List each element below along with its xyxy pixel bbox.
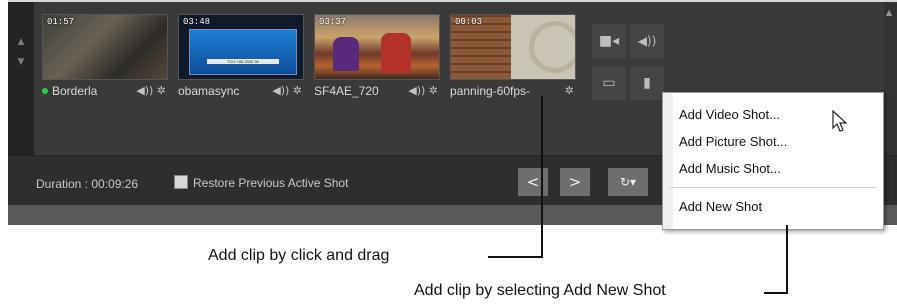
clip-controls: ◀)) ✲ xyxy=(408,84,438,97)
clip-duration: 03:48 xyxy=(183,17,211,27)
clip-item[interactable]: 03:48 TCG +06 2040 30 obamasync ◀)) ✲ xyxy=(178,14,304,104)
speaker-icon[interactable]: ◀)) xyxy=(408,84,425,97)
menu-item-add-video-shot[interactable]: Add Video Shot... xyxy=(679,107,780,122)
clip-name-row: Borderla xyxy=(42,84,124,98)
callout-line-drag xyxy=(541,96,543,258)
clip-thumbnail[interactable]: 01:57 xyxy=(42,14,168,80)
clip-item[interactable]: 00:03 panning-60fps- ✲ xyxy=(450,14,576,104)
active-indicator-icon xyxy=(42,88,48,94)
restore-option[interactable]: Restore Previous Active Shot xyxy=(174,175,348,190)
clip-controls: ◀)) ✲ xyxy=(136,84,166,97)
clip-footer: Borderla ◀)) ✲ xyxy=(42,82,168,100)
refresh-dropdown-button[interactable]: ↻▾ xyxy=(608,168,648,196)
clip-thumbnail[interactable]: 03:37 xyxy=(314,14,440,80)
gear-icon[interactable]: ✲ xyxy=(429,84,438,97)
add-audio-tool[interactable]: ◀)) xyxy=(630,24,664,58)
callout-drag-label: Add clip by click and drag xyxy=(208,247,390,264)
scrollbar-up-icon[interactable]: ▲ xyxy=(886,8,892,17)
clip-item[interactable]: 03:37 SF4AE_720 ◀)) ✲ xyxy=(314,14,440,104)
thumbnail-seal xyxy=(529,21,575,73)
add-screen-tool[interactable]: ▭ xyxy=(592,66,626,100)
menu-separator xyxy=(669,187,877,188)
restore-label: Restore Previous Active Shot xyxy=(193,176,349,190)
document-icon: ▮ xyxy=(643,75,651,91)
clip-duration: 00:03 xyxy=(455,17,483,27)
video-camera-icon: ■◂ xyxy=(598,33,620,49)
thumbnail-screen xyxy=(189,29,297,75)
menu-gutter xyxy=(663,93,673,229)
gear-icon[interactable]: ✲ xyxy=(293,84,302,97)
duration-label: Duration : 00:09:26 xyxy=(36,177,139,191)
clip-item[interactable]: 01:57 Borderla ◀)) ✲ xyxy=(42,14,168,104)
clip-controls: ✲ xyxy=(565,84,574,97)
left-scroll-nav: ▲ ▼ xyxy=(8,2,34,155)
fighter-figure xyxy=(333,37,359,71)
speaker-icon: ◀)) xyxy=(637,34,657,48)
next-button[interactable]: > xyxy=(560,168,590,196)
menu-item-add-new-shot[interactable]: Add New Shot xyxy=(679,199,762,214)
callout-line-menu-horizontal xyxy=(764,292,788,294)
clip-footer: SF4AE_720 ◀)) ✲ xyxy=(314,82,440,100)
scroll-up-icon[interactable]: ▲ xyxy=(14,36,28,48)
mouse-cursor-icon xyxy=(832,110,848,132)
clip-controls: ◀)) ✲ xyxy=(272,84,302,97)
clip-name: Borderla xyxy=(52,84,98,98)
prev-button[interactable]: < xyxy=(518,168,548,196)
clip-duration: 03:37 xyxy=(319,17,347,27)
callout-menu-label: Add clip by selecting Add New Shot xyxy=(414,282,666,299)
clip-footer: panning-60fps- ✲ xyxy=(450,82,576,100)
clip-name: obamasync xyxy=(178,84,240,98)
clip-thumbnail[interactable]: 00:03 xyxy=(450,14,576,80)
callout-line-menu xyxy=(786,225,788,294)
gear-icon[interactable]: ✲ xyxy=(565,84,574,97)
gear-icon[interactable]: ✲ xyxy=(157,84,166,97)
callout-line-drag-horizontal xyxy=(488,256,543,258)
fighter-figure xyxy=(381,33,411,73)
clip-duration: 01:57 xyxy=(47,17,75,27)
speaker-icon[interactable]: ◀)) xyxy=(272,84,289,97)
thumbnail-caption: TCG +06 2040 30 xyxy=(207,59,279,64)
clip-footer: obamasync ◀)) ✲ xyxy=(178,82,304,100)
restore-checkbox[interactable] xyxy=(174,175,188,189)
add-shot-context-menu: Add Video Shot... Add Picture Shot... Ad… xyxy=(662,92,884,230)
menu-item-add-music-shot[interactable]: Add Music Shot... xyxy=(679,161,781,176)
menu-item-add-picture-shot[interactable]: Add Picture Shot... xyxy=(679,134,787,149)
clip-thumbnail[interactable]: 03:48 TCG +06 2040 30 xyxy=(178,14,304,80)
clip-name: SF4AE_720 xyxy=(314,84,379,98)
monitor-icon: ▭ xyxy=(602,75,616,91)
vertical-scrollbar[interactable] xyxy=(884,2,897,155)
scroll-down-icon[interactable]: ▼ xyxy=(14,56,28,68)
add-video-tool[interactable]: ■◂ xyxy=(592,24,626,58)
speaker-icon[interactable]: ◀)) xyxy=(136,84,153,97)
add-shot-tool[interactable]: ▮ xyxy=(630,66,664,100)
